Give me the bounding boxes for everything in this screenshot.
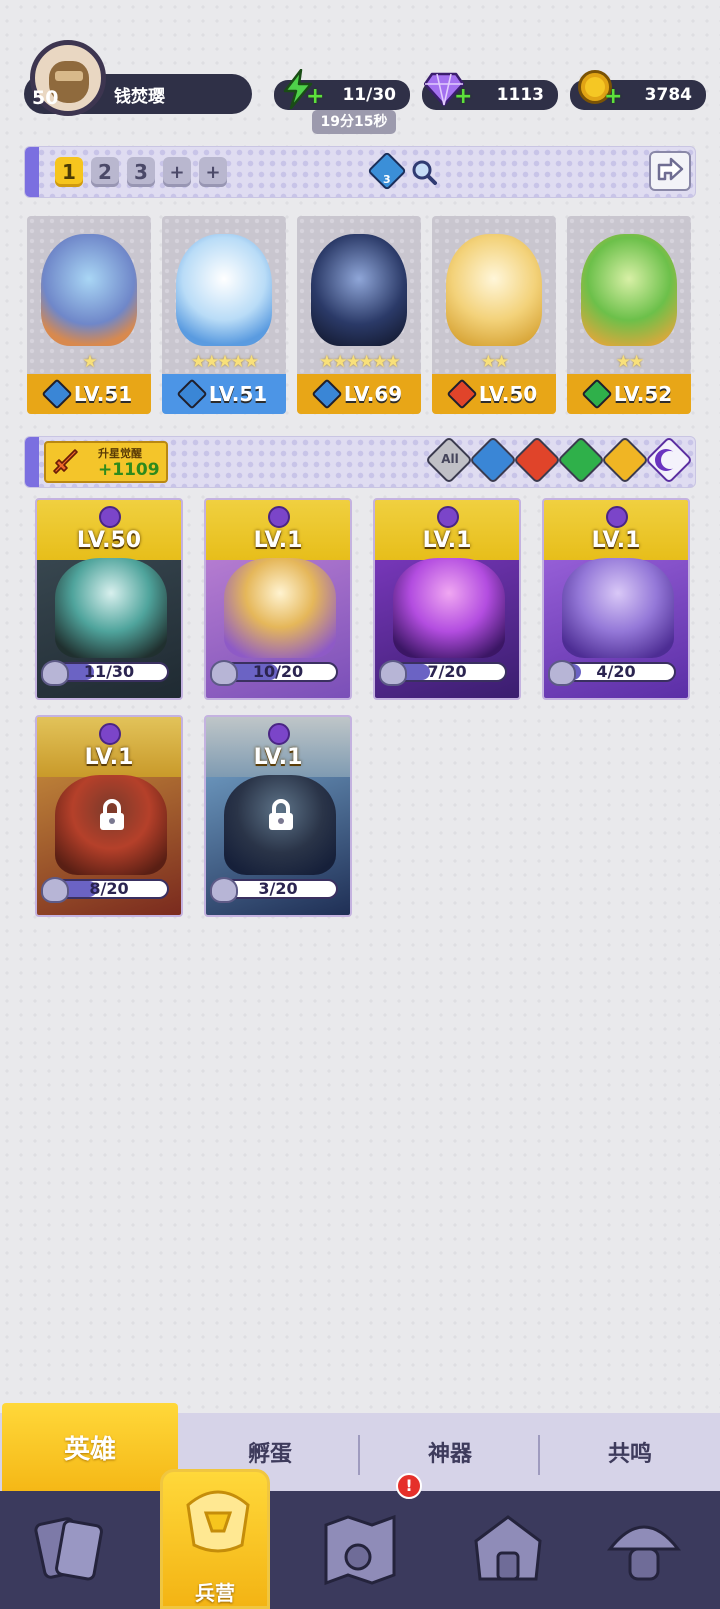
energy-plus-icon[interactable]: + bbox=[306, 84, 324, 109]
shard-icon bbox=[210, 660, 238, 686]
shard-icon bbox=[379, 660, 407, 686]
energy-value: 11/30 bbox=[342, 85, 396, 105]
roster-hero-card[interactable]: LV.1 7/20 bbox=[373, 498, 521, 700]
hero-stars: ★★★★★★ bbox=[319, 352, 400, 372]
player-name: 钱焚璎 bbox=[114, 87, 165, 107]
hero-portrait bbox=[176, 234, 272, 346]
team-add-button-1[interactable]: + bbox=[163, 157, 191, 187]
dark-element-icon bbox=[268, 723, 290, 745]
card-level: LV.1 bbox=[253, 745, 303, 770]
magnifier-icon[interactable] bbox=[411, 159, 437, 185]
dark-element-icon bbox=[268, 506, 290, 528]
shard-icon bbox=[548, 660, 576, 686]
hero-level-strip: LV.50 bbox=[432, 374, 556, 414]
energy-timer: 19分15秒 bbox=[312, 110, 396, 134]
moon-icon bbox=[661, 451, 679, 469]
nature-element-icon bbox=[581, 378, 613, 410]
section-tabs: 英雄 孵蛋 神器 共鸣 bbox=[0, 1403, 720, 1491]
roster-hero-card[interactable]: LV.1 4/20 bbox=[542, 498, 690, 700]
card-level: LV.50 bbox=[76, 528, 142, 553]
dark-element-icon bbox=[606, 506, 628, 528]
team-tab-3[interactable]: 3 bbox=[127, 157, 155, 187]
dark-element-icon bbox=[437, 506, 459, 528]
card-level: LV.1 bbox=[253, 528, 303, 553]
player-level: 50 bbox=[32, 87, 59, 109]
hero-stars: ★ bbox=[82, 352, 97, 372]
team-hero-card[interactable]: ★ LV.51 bbox=[27, 216, 151, 414]
team-tab-2[interactable]: 2 bbox=[91, 157, 119, 187]
gems-value: 1113 bbox=[496, 85, 544, 105]
team-bar: 1 2 3 + + 3 bbox=[24, 146, 696, 198]
shard-icon bbox=[41, 660, 69, 686]
awaken-label: 升星觉醒 bbox=[98, 447, 142, 460]
team-add-button-2[interactable]: + bbox=[199, 157, 227, 187]
team-hero-card[interactable]: ★★ LV.50 bbox=[432, 216, 556, 414]
awaken-value: +1109 bbox=[98, 460, 160, 480]
shard-icon bbox=[210, 877, 238, 903]
gems-plus-icon[interactable]: + bbox=[454, 84, 472, 109]
hero-portrait bbox=[224, 558, 336, 658]
crystal-count: 3 bbox=[383, 173, 391, 186]
hero-level: LV.51 bbox=[208, 382, 268, 406]
hero-portrait bbox=[446, 234, 542, 346]
notification-badge: ! bbox=[396, 1473, 422, 1499]
roster-hero-card-locked[interactable]: LV.1 3/20 bbox=[204, 715, 352, 917]
hero-portrait bbox=[581, 234, 677, 346]
hero-portrait bbox=[55, 558, 167, 658]
share-icon[interactable] bbox=[649, 151, 691, 191]
sword-icon bbox=[50, 447, 80, 477]
hero-portrait bbox=[41, 234, 137, 346]
mushroom-icon[interactable] bbox=[602, 1505, 686, 1591]
shard-icon bbox=[41, 877, 69, 903]
water-element-icon bbox=[41, 378, 73, 410]
roster-hero-card[interactable]: LV.50 11/30 bbox=[35, 498, 183, 700]
barracks-icon bbox=[176, 1475, 260, 1561]
map-icon[interactable] bbox=[318, 1505, 402, 1591]
castle-icon[interactable] bbox=[466, 1505, 550, 1591]
hero-level: LV.50 bbox=[478, 382, 538, 406]
tab-resonance[interactable]: 共鸣 bbox=[540, 1413, 720, 1491]
barracks-label: 兵营 bbox=[195, 1581, 235, 1605]
water-element-icon bbox=[311, 378, 343, 410]
hero-portrait bbox=[311, 234, 407, 346]
roster-hero-card[interactable]: LV.1 10/20 bbox=[204, 498, 352, 700]
hero-stars: ★★ bbox=[615, 352, 644, 372]
hero-level: LV.51 bbox=[73, 382, 133, 406]
team-hero-card[interactable]: ★★★★★ LV.51 bbox=[162, 216, 286, 414]
hero-level: LV.52 bbox=[613, 382, 673, 406]
team-bar-accent bbox=[25, 147, 39, 197]
hero-level: LV.69 bbox=[343, 382, 403, 406]
hero-level-strip: LV.51 bbox=[27, 374, 151, 414]
hero-stars: ★★ bbox=[480, 352, 509, 372]
tab-artifacts[interactable]: 神器 bbox=[360, 1413, 540, 1491]
hero-stars: ★★★★★ bbox=[190, 352, 259, 372]
cards-icon[interactable] bbox=[30, 1505, 114, 1591]
coins-plus-icon[interactable]: + bbox=[604, 84, 622, 109]
bottom-nav: 兵营 ! bbox=[0, 1469, 720, 1609]
team-hero-card[interactable]: ★★ LV.52 bbox=[567, 216, 691, 414]
card-level: LV.1 bbox=[84, 745, 134, 770]
water-element-icon bbox=[176, 378, 208, 410]
hero-level-strip: LV.69 bbox=[297, 374, 421, 414]
hero-level-strip: LV.52 bbox=[567, 374, 691, 414]
filter-bar-accent bbox=[25, 437, 39, 487]
coins-value: 3784 bbox=[644, 85, 692, 105]
roster-hero-card-locked[interactable]: LV.1 8/20 bbox=[35, 715, 183, 917]
all-filter-label: All bbox=[441, 452, 459, 466]
lock-icon bbox=[97, 799, 127, 831]
hero-portrait bbox=[562, 558, 674, 658]
hero-level-strip: LV.51 bbox=[162, 374, 286, 414]
card-level: LV.1 bbox=[422, 528, 472, 553]
team-hero-card[interactable]: ★★★★★★ LV.69 bbox=[297, 216, 421, 414]
hero-portrait bbox=[393, 558, 505, 658]
team-tab-1[interactable]: 1 bbox=[55, 157, 83, 187]
fire-element-icon bbox=[446, 378, 478, 410]
dark-element-icon bbox=[99, 723, 121, 745]
dark-element-icon bbox=[99, 506, 121, 528]
tab-heroes[interactable]: 英雄 bbox=[2, 1403, 178, 1491]
card-level: LV.1 bbox=[591, 528, 641, 553]
lock-icon bbox=[266, 799, 296, 831]
